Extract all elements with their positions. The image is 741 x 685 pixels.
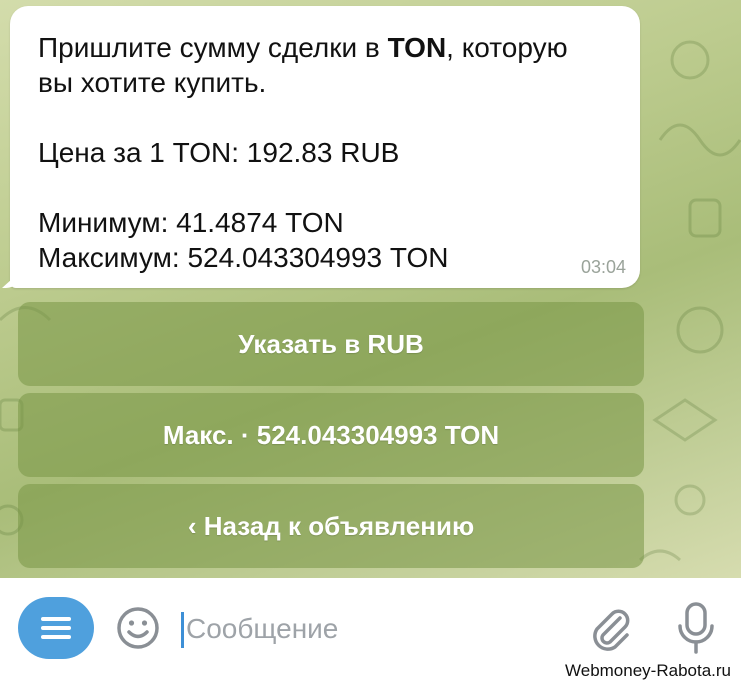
message-maximum: Максимум: 524.043304993 TON (38, 242, 449, 273)
menu-icon (41, 617, 71, 639)
message-text: , которую (446, 32, 568, 63)
incoming-message-bubble: Пришлите сумму сделки в TON, которую вы … (10, 6, 640, 288)
message-minimum: Минимум: 41.4874 TON (38, 207, 344, 238)
message-timestamp: 03:04 (580, 257, 626, 277)
message-input-bar: Webmoney-Rabota.ru (0, 578, 741, 685)
text-cursor (181, 612, 184, 648)
paperclip-icon[interactable] (585, 602, 635, 654)
microphone-icon[interactable] (674, 600, 718, 656)
message-input[interactable] (186, 606, 566, 652)
bot-menu-button[interactable] (18, 597, 94, 659)
chat-background: Пришлите сумму сделки в TON, которую вы … (0, 0, 741, 578)
specify-in-rub-button[interactable]: Указать в RUB (18, 302, 644, 386)
max-amount-button[interactable]: Макс. · 524.043304993 TON (18, 393, 644, 477)
message-text: Пришлите сумму сделки в (38, 32, 388, 63)
message-line-2: вы хотите купить. (38, 67, 267, 98)
emoji-icon[interactable] (114, 604, 162, 652)
message-line-1: Пришлите сумму сделки в TON, которую (38, 30, 612, 65)
message-bold-text: TON (387, 32, 447, 63)
watermark-text: Webmoney-Rabota.ru (565, 661, 731, 680)
back-to-listing-button[interactable]: ‹ Назад к объявлению (18, 484, 644, 568)
message-price: Цена за 1 TON: 192.83 RUB (38, 137, 400, 168)
